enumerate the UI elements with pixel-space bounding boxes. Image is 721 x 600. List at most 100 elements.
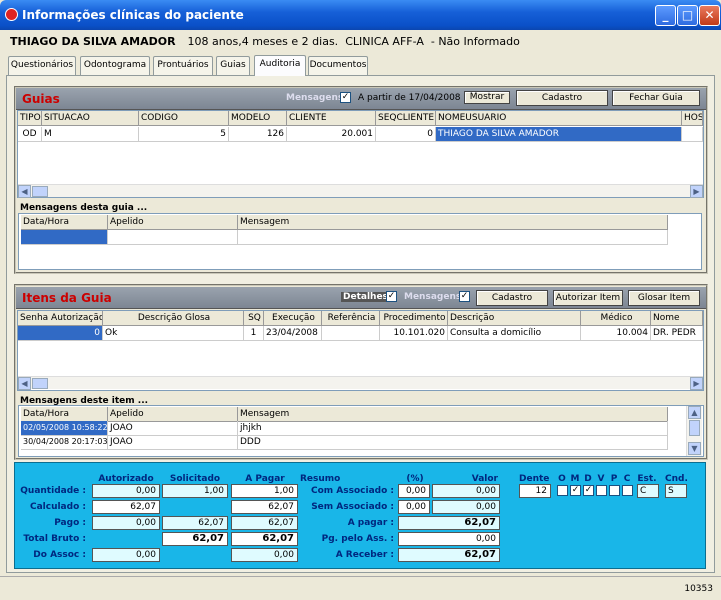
cell[interactable] [21,230,108,245]
cell[interactable]: 10.004 [581,326,651,341]
item-messages-vscroll[interactable]: ▲ ▼ [686,406,702,456]
cell[interactable] [108,230,238,245]
guias-hscroll[interactable]: ◀ ▶ [18,184,703,198]
col-datahora[interactable]: Data/Hora [21,215,108,230]
cell[interactable] [682,127,703,142]
col-mensagem[interactable]: Mensagem [238,407,668,422]
cell[interactable]: 02/05/2008 10:58:22 [21,421,108,436]
scroll-right-icon[interactable]: ▶ [690,185,703,198]
cell[interactable] [238,230,668,245]
guias-cadastro-button[interactable]: Cadastro [516,90,608,106]
col-apelido[interactable]: Apelido [108,215,238,230]
cell[interactable]: THIAGO DA SILVA AMADOR [436,127,682,142]
do-assoc-autorizado-field[interactable]: 0,00 [92,548,160,562]
maximize-button[interactable]: □ [677,5,698,26]
cell[interactable]: 23/04/2008 [264,326,322,341]
table-row[interactable]: 0 Ok 1 23/04/2008 10.101.020 Consulta a … [18,326,703,341]
scroll-right-icon[interactable]: ▶ [690,377,703,390]
tab-guias[interactable]: Guias [216,56,250,75]
mostrar-button[interactable]: Mostrar [464,91,510,104]
guias-mensagens-checkbox[interactable]: ✓ [340,92,351,103]
col-seqcliente[interactable]: SEQCLIENTE [376,111,436,126]
col-nomeusuario[interactable]: NOMEUSUARIO [436,111,682,126]
pago-apagar-field[interactable]: 62,07 [231,516,298,530]
scroll-thumb[interactable] [689,420,700,436]
cell[interactable]: DR. PEDR [651,326,703,341]
com-associado-pct-field[interactable]: 0,00 [398,484,430,498]
col-situacao[interactable]: SITUACAO [42,111,139,126]
close-button[interactable]: ✕ [699,5,720,26]
col-sq[interactable]: SQ [244,311,264,326]
col-hos[interactable]: HOS [682,111,703,126]
calculado-autorizado-field[interactable]: 62,07 [92,500,160,514]
sem-associado-valor-field[interactable]: 0,00 [432,500,500,514]
col-descricao-glosa[interactable]: Descrição Glosa [103,311,244,326]
dente-field[interactable]: 12 [519,484,551,498]
col-apelido[interactable]: Apelido [108,407,238,422]
itens-cadastro-button[interactable]: Cadastro [476,290,548,306]
cell[interactable]: JOAO [108,421,238,436]
col-cliente[interactable]: CLIENTE [287,111,376,126]
pago-autorizado-field[interactable]: 0,00 [92,516,160,530]
minimize-button[interactable]: _ [655,5,676,26]
do-assoc-apagar-field[interactable]: 0,00 [231,548,298,562]
tab-prontuarios[interactable]: Prontuários [153,56,213,75]
cell[interactable]: 30/04/2008 20:17:03 [21,435,108,450]
cell[interactable]: 0 [376,127,436,142]
cell[interactable]: Consulta a domicílio [448,326,581,341]
cell[interactable]: DDD [238,435,668,450]
cell[interactable]: jhjkh [238,421,668,436]
col-codigo[interactable]: CODIGO [139,111,229,126]
face-d-checkbox[interactable]: ✓ [583,485,594,496]
list-item[interactable]: 30/04/2008 20:17:03 JOAO DDD [21,435,668,450]
face-c-checkbox[interactable] [622,485,633,496]
face-o-checkbox[interactable] [557,485,568,496]
col-referencia[interactable]: Referência [322,311,380,326]
col-modelo[interactable]: MODELO [229,111,287,126]
quantidade-apagar-field[interactable]: 1,00 [231,484,298,498]
calculado-apagar-field[interactable]: 62,07 [231,500,298,514]
tab-auditoria[interactable]: Auditoria [254,55,306,76]
pg-pelo-ass-valor-field[interactable]: 0,00 [398,532,500,546]
cell[interactable]: OD [18,127,42,142]
itens-hscroll[interactable]: ◀ ▶ [18,376,703,390]
scroll-left-icon[interactable]: ◀ [18,185,31,198]
list-item[interactable]: 02/05/2008 10:58:22 JOAO jhjkh [21,421,668,436]
col-datahora[interactable]: Data/Hora [21,407,108,422]
cell[interactable]: Ok [103,326,244,341]
col-execucao[interactable]: Execução [264,311,322,326]
pago-solicitado-field[interactable]: 62,07 [162,516,228,530]
scroll-thumb[interactable] [32,186,48,197]
cell[interactable]: 126 [229,127,287,142]
scroll-up-icon[interactable]: ▲ [688,406,701,419]
quantidade-autorizado-field[interactable]: 0,00 [92,484,160,498]
total-bruto-solicitado-field[interactable]: 62,07 [162,532,228,546]
col-senha[interactable]: Senha Autorização [18,311,103,326]
cell[interactable] [322,326,380,341]
list-item[interactable] [21,230,668,245]
face-v-checkbox[interactable] [596,485,607,496]
col-tipo[interactable]: TIPO [18,111,42,126]
cell[interactable]: 1 [244,326,264,341]
cell[interactable]: 20.001 [287,127,376,142]
cell[interactable]: M [42,127,139,142]
scroll-thumb[interactable] [32,378,48,389]
col-medico[interactable]: Médico [581,311,651,326]
col-descricao[interactable]: Descrição [448,311,581,326]
a-receber-valor-field[interactable]: 62,07 [398,548,500,562]
total-bruto-apagar-field[interactable]: 62,07 [231,532,298,546]
face-m-checkbox[interactable]: ✓ [570,485,581,496]
scroll-down-icon[interactable]: ▼ [688,442,701,455]
col-mensagem[interactable]: Mensagem [238,215,668,230]
cell[interactable]: 0 [18,326,103,341]
fechar-guia-button[interactable]: Fechar Guia [612,90,700,106]
quantidade-solicitado-field[interactable]: 1,00 [162,484,228,498]
cell[interactable]: JOAO [108,435,238,450]
est-field[interactable]: C [637,484,659,498]
col-nome[interactable]: Nome [651,311,703,326]
cell[interactable]: 5 [139,127,229,142]
glosar-item-button[interactable]: Glosar Item [628,290,700,306]
detalhes-checkbox[interactable]: ✓ [386,291,397,302]
table-row[interactable]: OD M 5 126 20.001 0 THIAGO DA SILVA AMAD… [18,127,703,142]
cell[interactable]: 10.101.020 [380,326,448,341]
